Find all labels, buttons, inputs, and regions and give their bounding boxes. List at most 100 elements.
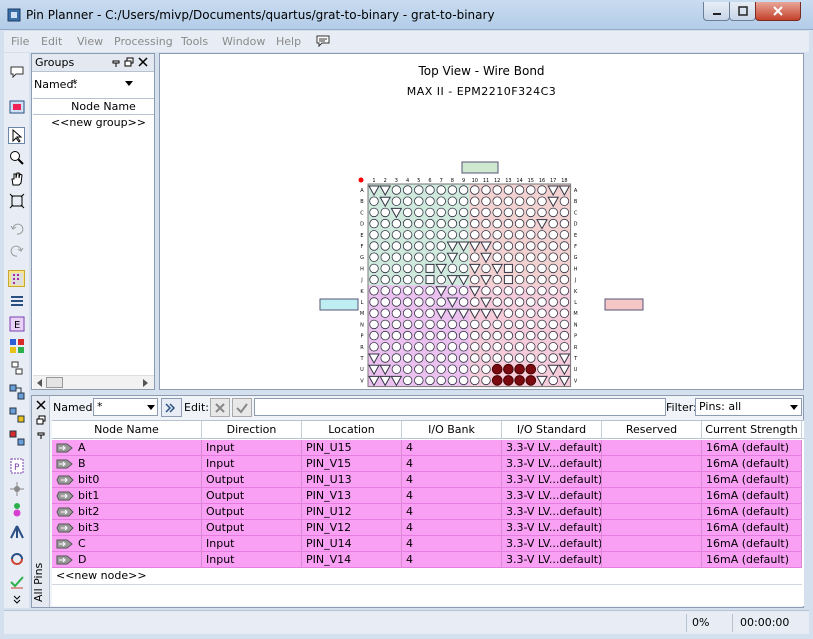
- menu-edit[interactable]: Edit: [41, 35, 62, 48]
- new-group-row[interactable]: <<new group>>: [33, 116, 154, 130]
- column-header-location[interactable]: Location: [302, 421, 402, 439]
- check-io-button[interactable]: [8, 573, 25, 590]
- pin-properties-button[interactable]: P: [8, 457, 25, 474]
- cell-location[interactable]: PIN_V13: [302, 488, 402, 504]
- cell-io-standard[interactable]: 3.3-V LV...default): [502, 456, 602, 472]
- cell-io-bank[interactable]: 4: [402, 520, 502, 536]
- column-header-io-bank[interactable]: I/O Bank: [402, 421, 502, 439]
- table-row[interactable]: bit1 Output PIN_V13 4 3.3-V LV...default) 16m…: [52, 488, 802, 504]
- speech-bubble-icon[interactable]: [315, 33, 331, 49]
- groups-named-combobox[interactable]: *: [72, 75, 138, 93]
- cell-io-bank[interactable]: 4: [402, 552, 502, 568]
- cell-current-strength[interactable]: 16mA (default): [702, 536, 802, 552]
- table-row[interactable]: D Input PIN_V14 4 3.3-V LV...default) 16mA (d…: [52, 552, 802, 568]
- menu-help[interactable]: Help: [276, 35, 301, 48]
- cell-direction[interactable]: Input: [202, 440, 302, 456]
- column-header-node-name[interactable]: Node Name: [52, 421, 202, 439]
- highlight-pins-button[interactable]: [8, 501, 25, 518]
- new-node-row[interactable]: <<new node>>: [52, 568, 202, 584]
- scrollbar-thumb[interactable]: [46, 377, 63, 388]
- cell-location[interactable]: PIN_U14: [302, 536, 402, 552]
- table-row[interactable]: bit3 Output PIN_V12 4 3.3-V LV...default) 16m…: [52, 520, 802, 536]
- pin-legend-button[interactable]: [8, 270, 25, 287]
- pins-filter-combobox[interactable]: Pins: all: [695, 398, 802, 416]
- table-row[interactable]: C Input PIN_U14 4 3.3-V LV...default) 16mA (d…: [52, 536, 802, 552]
- cell-location[interactable]: PIN_V14: [302, 552, 402, 568]
- cell-node-name[interactable]: B: [52, 456, 202, 472]
- cell-current-strength[interactable]: 16mA (default): [702, 552, 802, 568]
- package-view-button[interactable]: [8, 98, 25, 115]
- cell-io-standard[interactable]: 3.3-V LV...default): [502, 536, 602, 552]
- cell-location[interactable]: PIN_U13: [302, 472, 402, 488]
- cell-reserved[interactable]: [602, 552, 702, 568]
- pin-grid[interactable]: 1122334455667788991010111112121313141415…: [160, 104, 803, 389]
- cell-reserved[interactable]: [602, 520, 702, 536]
- cell-node-name[interactable]: bit0: [52, 472, 202, 488]
- menu-tools[interactable]: Tools: [181, 35, 208, 48]
- layout-button-1[interactable]: [8, 383, 25, 400]
- zoom-tool-button[interactable]: [8, 149, 25, 166]
- table-row[interactable]: A Input PIN_U15 4 3.3-V LV...default) 16mA (d…: [52, 440, 802, 456]
- cell-current-strength[interactable]: 16mA (default): [702, 488, 802, 504]
- redo-button[interactable]: [8, 242, 25, 259]
- column-header-io-standard[interactable]: I/O Standard: [502, 421, 602, 439]
- differential-pins-button[interactable]: [8, 293, 25, 310]
- cell-node-name[interactable]: D: [52, 552, 202, 568]
- float-window-icon[interactable]: [36, 415, 46, 425]
- cell-direction[interactable]: Input: [202, 552, 302, 568]
- cell-io-bank[interactable]: 4: [402, 440, 502, 456]
- cell-location[interactable]: PIN_U15: [302, 440, 402, 456]
- selection-tool-button[interactable]: [8, 127, 25, 144]
- close-button[interactable]: [755, 2, 801, 21]
- menu-processing[interactable]: Processing: [114, 35, 173, 48]
- cell-direction[interactable]: Output: [202, 488, 302, 504]
- cell-io-standard[interactable]: 3.3-V LV...default): [502, 488, 602, 504]
- cell-direction[interactable]: Output: [202, 520, 302, 536]
- cell-io-standard[interactable]: 3.3-V LV...default): [502, 504, 602, 520]
- hand-tool-button[interactable]: [8, 170, 25, 187]
- cell-node-name[interactable]: bit1: [52, 488, 202, 504]
- cell-direction[interactable]: Output: [202, 472, 302, 488]
- cell-io-bank[interactable]: 4: [402, 472, 502, 488]
- cell-location[interactable]: PIN_U12: [302, 504, 402, 520]
- cell-node-name[interactable]: bit2: [52, 504, 202, 520]
- fan-out-button[interactable]: [8, 523, 25, 540]
- cell-current-strength[interactable]: 16mA (default): [702, 504, 802, 520]
- pins-named-combobox[interactable]: *: [93, 398, 158, 416]
- cell-current-strength[interactable]: 16mA (default): [702, 456, 802, 472]
- close-icon[interactable]: [36, 400, 46, 410]
- float-window-icon[interactable]: [124, 57, 134, 67]
- cell-node-name[interactable]: bit3: [52, 520, 202, 536]
- cell-location[interactable]: PIN_V15: [302, 456, 402, 472]
- cell-io-standard[interactable]: 3.3-V LV...default): [502, 440, 602, 456]
- cell-direction[interactable]: Input: [202, 456, 302, 472]
- clock-pins-button[interactable]: [8, 480, 25, 497]
- cell-direction[interactable]: Output: [202, 504, 302, 520]
- column-header-reserved[interactable]: Reserved: [602, 421, 702, 439]
- cell-current-strength[interactable]: 16mA (default): [702, 520, 802, 536]
- groups-column-header[interactable]: Node Name: [33, 98, 154, 115]
- maximize-button[interactable]: [729, 2, 756, 21]
- cell-io-bank[interactable]: 4: [402, 456, 502, 472]
- cell-reserved[interactable]: [602, 472, 702, 488]
- cell-reserved[interactable]: [602, 504, 702, 520]
- all-pins-tab-label[interactable]: All Pins: [32, 563, 45, 606]
- layout-button-2[interactable]: [8, 406, 25, 423]
- connections-button[interactable]: [8, 550, 25, 567]
- cell-current-strength[interactable]: 16mA (default): [702, 472, 802, 488]
- more-tools-chevron[interactable]: [8, 591, 25, 608]
- undo-button[interactable]: [8, 220, 25, 237]
- cell-node-name[interactable]: A: [52, 440, 202, 456]
- pin-icon[interactable]: [111, 57, 121, 67]
- pins-edit-field[interactable]: [254, 398, 666, 416]
- cell-direction[interactable]: Input: [202, 536, 302, 552]
- pin-migration-button[interactable]: [8, 359, 25, 376]
- column-header-current-strength[interactable]: Current Strength: [702, 421, 802, 439]
- minimize-button[interactable]: [703, 2, 730, 21]
- cell-io-standard[interactable]: 3.3-V LV...default): [502, 520, 602, 536]
- fit-tool-button[interactable]: [8, 192, 25, 209]
- cell-io-bank[interactable]: 4: [402, 536, 502, 552]
- vref-button[interactable]: [8, 337, 25, 354]
- menu-view[interactable]: View: [77, 35, 103, 48]
- cell-reserved[interactable]: [602, 456, 702, 472]
